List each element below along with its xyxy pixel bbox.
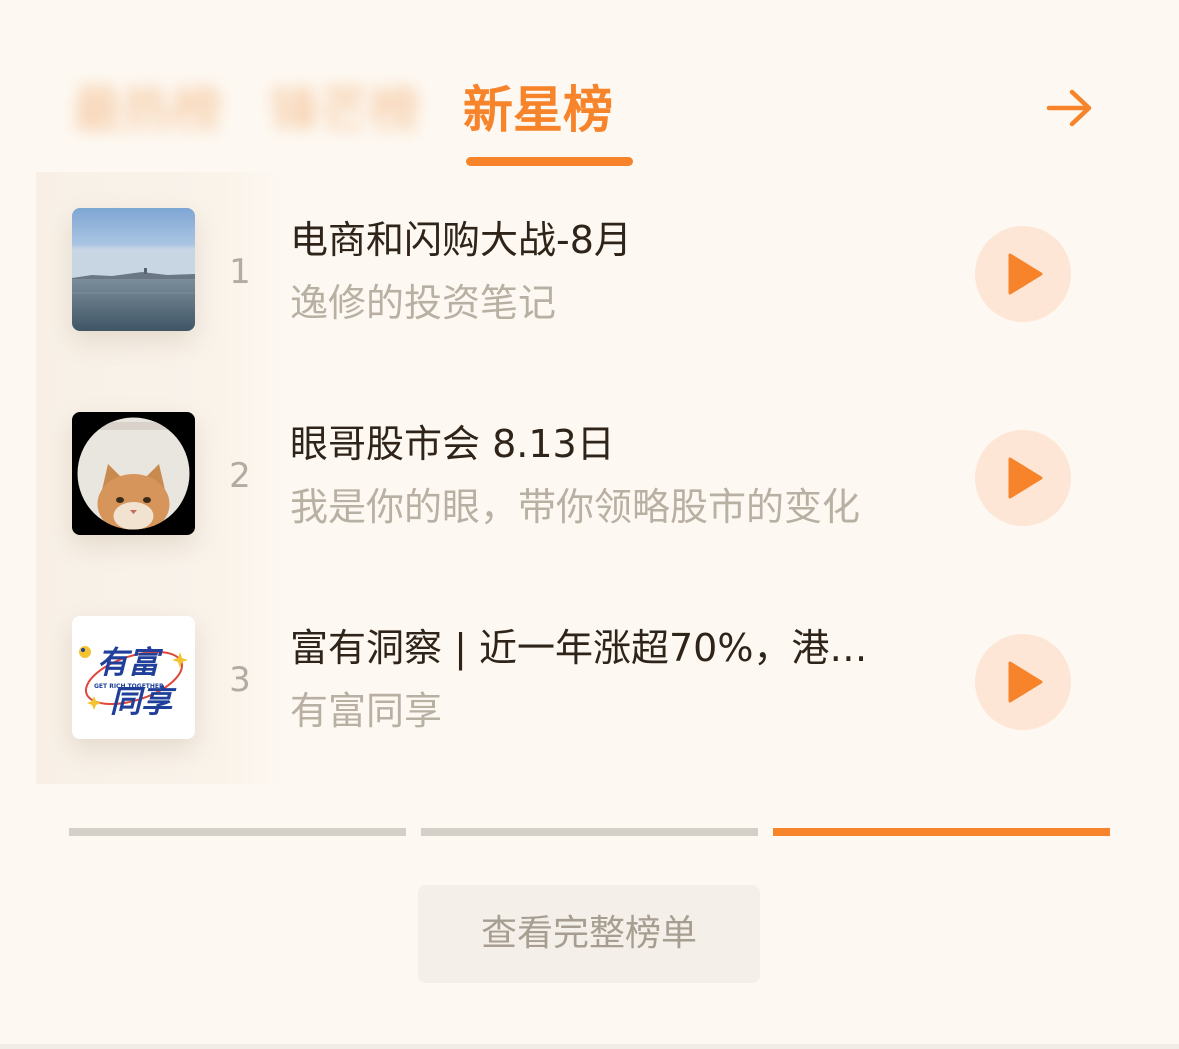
episode-title[interactable]: 富有洞察 | 近一年涨超70%，港… xyxy=(290,620,922,676)
play-button[interactable] xyxy=(975,634,1071,730)
play-button[interactable] xyxy=(975,226,1071,322)
podcast-name: 有富同享 xyxy=(290,689,443,733)
page-indicator-1[interactable] xyxy=(69,828,406,836)
tab-hottest[interactable]: 最热榜 xyxy=(72,78,222,142)
view-full-list-button[interactable]: 查看完整榜单 xyxy=(418,885,760,983)
list-item[interactable]: 1 电商和闪购大战-8月 逸修的投资笔记 xyxy=(36,172,1136,376)
podcast-name: 我是你的眼，带你领略股市的变化 xyxy=(290,485,861,529)
tab-rising-star[interactable]: 新星榜 xyxy=(463,78,613,142)
page-indicator-3-active[interactable] xyxy=(773,828,1110,836)
active-tab-underline xyxy=(466,157,633,166)
rank-number: 3 xyxy=(229,660,251,700)
rank-number: 2 xyxy=(229,456,251,496)
rank-number: 1 xyxy=(229,252,251,292)
ranking-card: 最热榜 锋芒榜 新星榜 1 电商和闪购大战-8月 逸修的投资笔记 2 眼哥股市会… xyxy=(0,0,1179,1049)
cat-photo-cover xyxy=(72,412,195,535)
lake-photo-cover xyxy=(72,208,195,331)
arrow-right-icon[interactable] xyxy=(1044,86,1096,130)
podcast-name: 逸修的投资笔记 xyxy=(290,281,557,325)
podcast-logo-cover: 有富 同享 GET RICH TOGETHER xyxy=(72,616,195,739)
play-icon xyxy=(1008,661,1043,703)
divider xyxy=(0,1044,1179,1049)
tab-sharpest[interactable]: 锋芒榜 xyxy=(270,78,420,142)
play-button[interactable] xyxy=(975,430,1071,526)
play-icon xyxy=(1008,457,1043,499)
list-item[interactable]: 有富 同享 GET RICH TOGETHER 3 富有洞察 | 近一年涨超70… xyxy=(36,580,1136,784)
play-icon xyxy=(1008,253,1043,295)
list-item[interactable]: 2 眼哥股市会 8.13日 我是你的眼，带你领略股市的变化 xyxy=(36,376,1136,580)
svg-text:有富: 有富 xyxy=(97,645,164,681)
page-indicator-2[interactable] xyxy=(421,828,758,836)
episode-title[interactable]: 眼哥股市会 8.13日 xyxy=(290,416,922,472)
svg-text:GET RICH TOGETHER: GET RICH TOGETHER xyxy=(94,683,164,690)
episode-title[interactable]: 电商和闪购大战-8月 xyxy=(290,212,922,268)
